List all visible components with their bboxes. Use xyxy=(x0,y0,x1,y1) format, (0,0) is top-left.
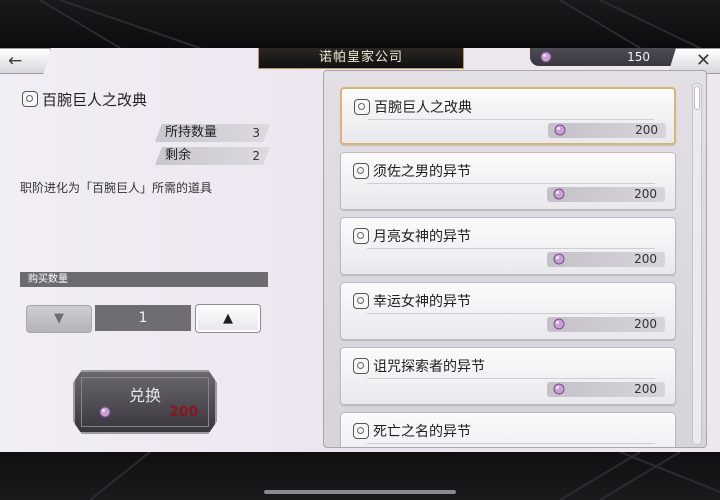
gem-icon xyxy=(554,124,566,136)
list-scrollbar[interactable] xyxy=(692,83,702,445)
list-item[interactable]: 死亡之名的异节 xyxy=(340,412,676,447)
item-book-icon xyxy=(22,91,38,107)
shop-item-list[interactable]: 百腕巨人之改典 200 须佐之男的异节 200 月亮女神的异节 200 幸运女神… xyxy=(323,70,707,448)
divider xyxy=(367,313,655,314)
divider xyxy=(368,119,654,120)
list-item-name: 须佐之男的异节 xyxy=(373,164,471,180)
quantity-value: 1 xyxy=(138,310,148,326)
currency-display: 150 xyxy=(530,48,680,66)
list-item-name: 幸运女神的异节 xyxy=(373,294,471,310)
scrollbar-thumb[interactable] xyxy=(694,86,700,110)
list-item[interactable]: 月亮女神的异节 200 xyxy=(340,217,676,275)
list-item[interactable]: 百腕巨人之改典 200 xyxy=(340,87,676,145)
list-item[interactable]: 须佐之男的异节 200 xyxy=(340,152,676,210)
decorative-strokes xyxy=(39,0,701,48)
quantity-label-bar: 购买数量 xyxy=(20,272,268,287)
owned-count-row: 所持数量 3 xyxy=(155,124,270,142)
chevron-up-icon: ▲ xyxy=(223,311,233,326)
item-book-icon xyxy=(353,293,369,309)
back-button[interactable]: ← xyxy=(0,48,51,74)
price-tag: 200 xyxy=(547,317,665,332)
list-item-name: 死亡之名的异节 xyxy=(373,424,471,440)
owned-value: 3 xyxy=(252,126,260,140)
decrease-quantity-button[interactable]: ▼ xyxy=(26,305,92,333)
arrow-left-icon: ← xyxy=(8,51,23,71)
exchange-label: 兑换 xyxy=(128,386,161,405)
list-item-name: 百腕巨人之改典 xyxy=(374,100,472,116)
owned-label: 所持数量 xyxy=(165,125,218,140)
list-item[interactable]: 诅咒探索者的异节 200 xyxy=(340,347,676,405)
shop-title: 诺帕皇家公司 xyxy=(258,48,464,69)
item-book-icon xyxy=(353,163,369,179)
exchange-price: 200 xyxy=(169,404,199,420)
price-tag: 200 xyxy=(548,123,666,138)
remaining-count-row: 剩余 2 xyxy=(155,147,270,165)
remaining-value: 2 xyxy=(252,149,260,163)
item-description: 职阶进化为「百腕巨人」所需的道具 xyxy=(20,181,213,195)
price-tag: 200 xyxy=(547,252,665,267)
list-item-name: 月亮女神的异节 xyxy=(373,229,471,245)
gem-icon xyxy=(553,188,565,200)
price-value: 200 xyxy=(634,382,657,396)
item-book-icon xyxy=(354,99,370,115)
item-book-icon xyxy=(353,228,369,244)
item-book-icon xyxy=(353,423,369,439)
currency-amount: 150 xyxy=(627,50,650,64)
list-item-name: 诅咒探索者的异节 xyxy=(373,359,485,375)
price-value: 200 xyxy=(635,123,658,137)
divider xyxy=(367,183,655,184)
list-item[interactable]: 幸运女神的异节 200 xyxy=(340,282,676,340)
quantity-display: 1 xyxy=(95,305,191,331)
price-tag: 200 xyxy=(547,187,665,202)
detail-item-name: 百腕巨人之改典 xyxy=(42,91,148,109)
price-tag: 200 xyxy=(547,382,665,397)
divider xyxy=(367,443,655,444)
divider xyxy=(367,248,655,249)
chevron-down-icon: ▼ xyxy=(54,311,64,326)
top-frame xyxy=(0,0,720,48)
item-book-icon xyxy=(353,358,369,374)
gem-icon xyxy=(553,318,565,330)
price-value: 200 xyxy=(634,252,657,266)
increase-quantity-button[interactable]: ▲ xyxy=(195,304,261,333)
gem-icon xyxy=(553,383,565,395)
price-value: 200 xyxy=(634,187,657,201)
exchange-button[interactable]: 兑换 200 xyxy=(73,370,217,434)
gem-icon xyxy=(553,253,565,265)
price-value: 200 xyxy=(634,317,657,331)
gem-icon xyxy=(540,51,552,63)
gem-icon xyxy=(99,406,111,418)
home-indicator[interactable] xyxy=(264,490,456,494)
divider xyxy=(367,378,655,379)
quantity-label: 购买数量 xyxy=(28,274,68,285)
remaining-label: 剩余 xyxy=(165,148,192,163)
